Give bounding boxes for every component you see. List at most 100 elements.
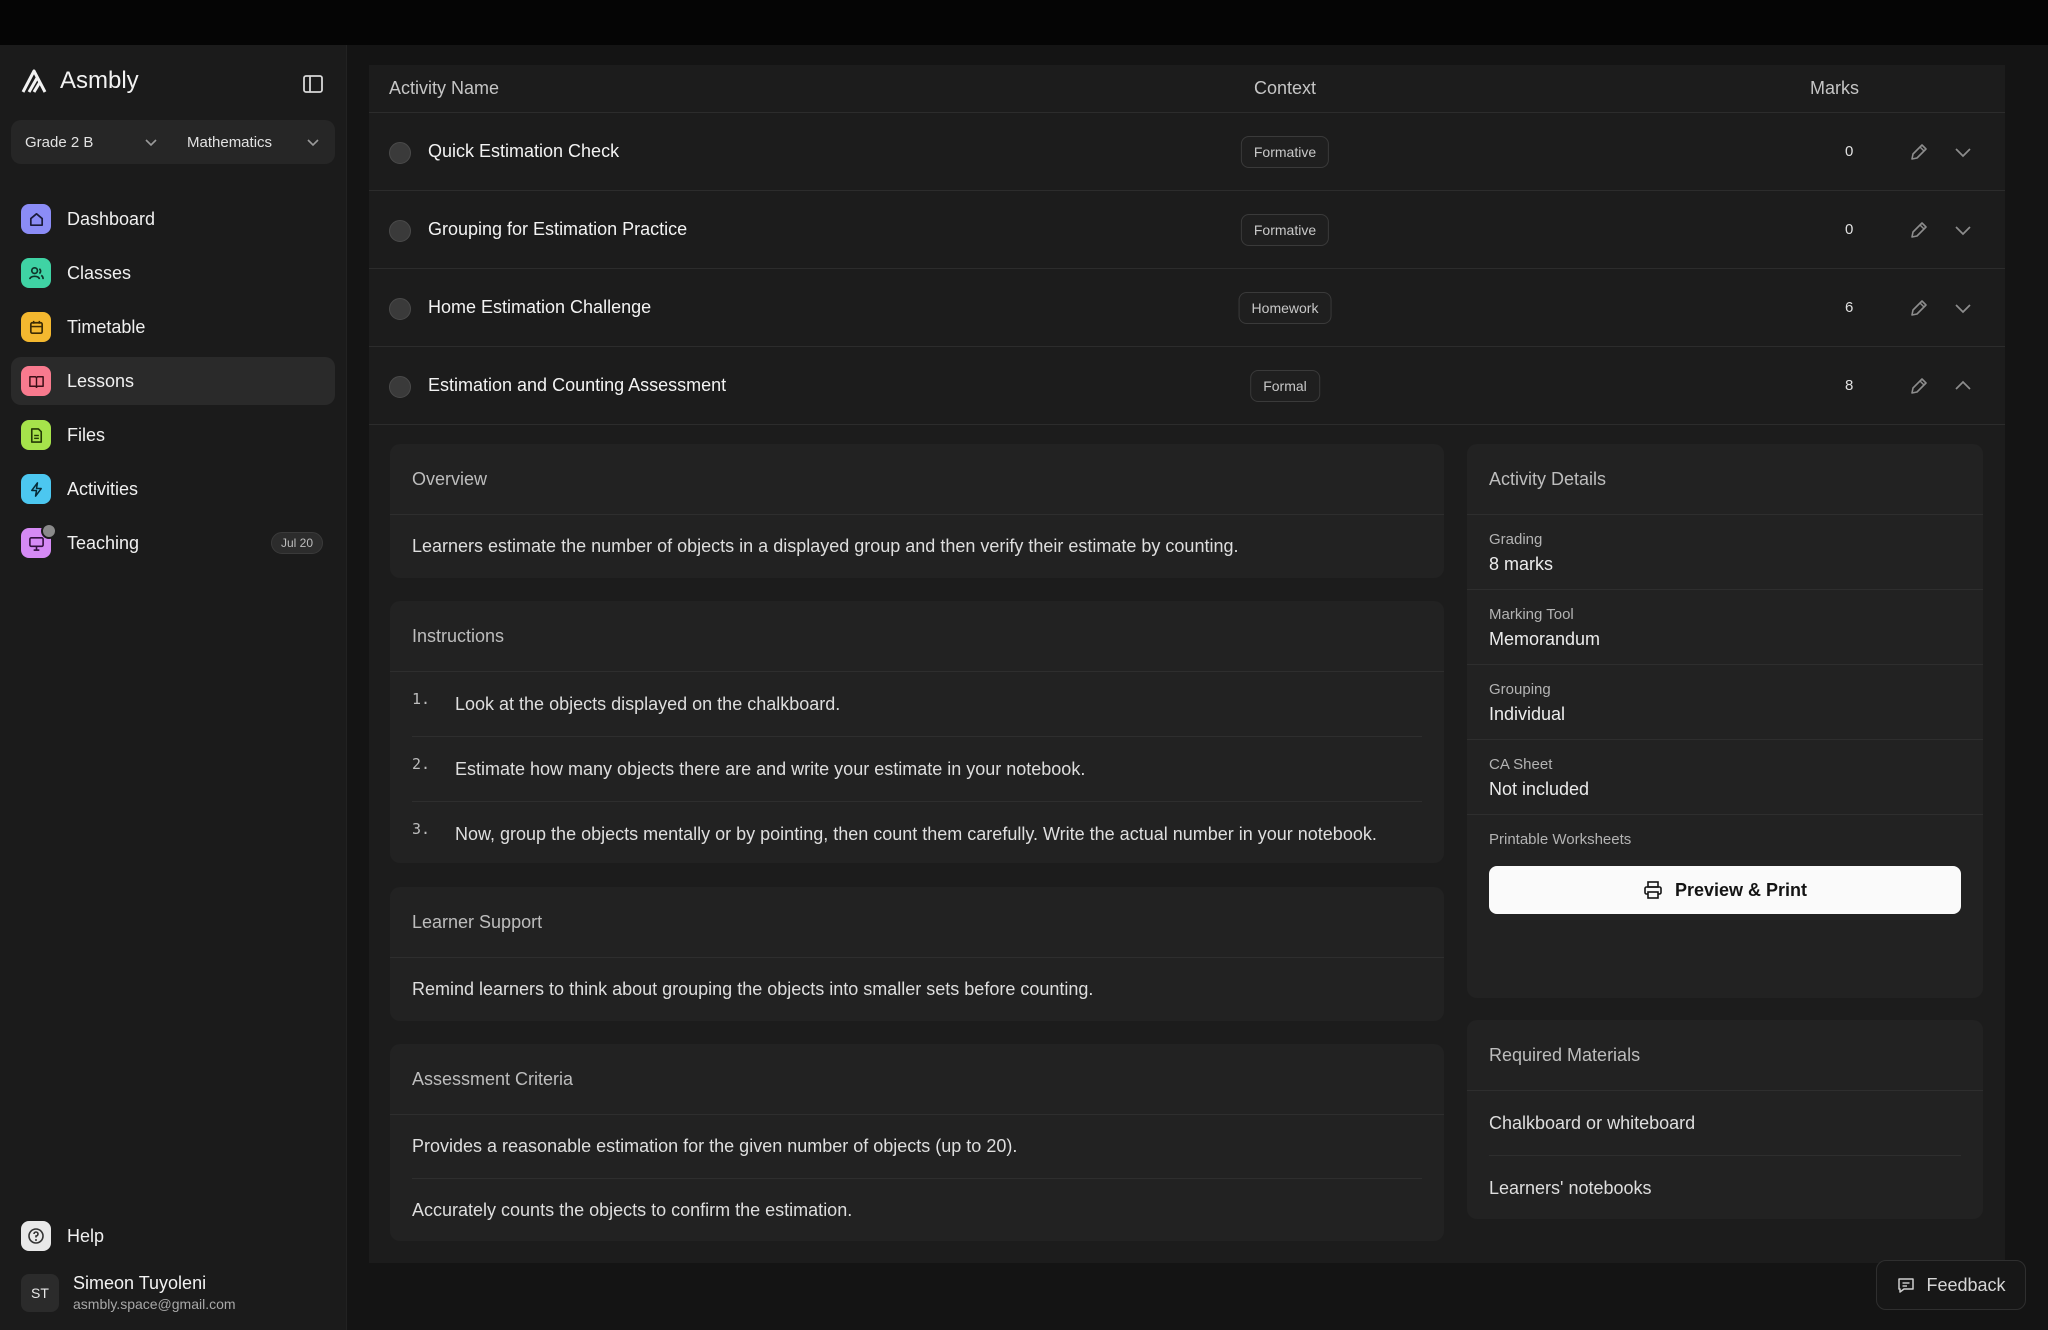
- help-icon: [21, 1221, 51, 1251]
- chevron-down-icon: [307, 139, 319, 147]
- learner-support-text: Remind learners to think about grouping …: [412, 979, 1094, 999]
- pencil-icon[interactable]: [1908, 375, 1930, 397]
- table-row[interactable]: Home Estimation Challenge Homework 6: [369, 269, 2005, 347]
- feedback-button[interactable]: Feedback: [1876, 1260, 2026, 1310]
- column-header-context: Context: [1254, 78, 1317, 98]
- detail-ca-sheet: CA Sheet Not included: [1467, 740, 1983, 815]
- sidebar-item-lessons[interactable]: Lessons: [11, 357, 335, 405]
- sidebar-item-timetable[interactable]: Timetable: [11, 303, 335, 351]
- instruction-item: 2. Estimate how many objects there are a…: [412, 737, 1422, 802]
- sidebar-item-dashboard[interactable]: Dashboard: [11, 195, 335, 243]
- instruction-item: 3. Now, group the objects mentally or by…: [412, 802, 1422, 863]
- sidebar-item-label: Activities: [67, 478, 139, 499]
- sidebar-item-files[interactable]: Files: [11, 411, 335, 459]
- context-badge: Formal: [1250, 370, 1320, 402]
- criteria-list: Provides a reasonable estimation for the…: [390, 1115, 1444, 1241]
- app-name: Asmbly: [60, 67, 139, 94]
- marks-value: 0: [1845, 221, 1854, 238]
- presentation-icon: [21, 523, 57, 558]
- sidebar-item-label: Files: [67, 424, 106, 445]
- table-row[interactable]: Quick Estimation Check Formative 0: [369, 113, 2005, 191]
- sidebar-toggle-icon[interactable]: [302, 73, 324, 95]
- sidebar-item-classes[interactable]: Classes: [11, 249, 335, 297]
- marks-value: 6: [1845, 299, 1854, 316]
- detail-value: 8 marks: [1489, 554, 1554, 574]
- chevron-down-icon[interactable]: [1953, 219, 1973, 241]
- sidebar-item-teaching[interactable]: Teaching Jul 20: [11, 519, 335, 567]
- activity-name[interactable]: Quick Estimation Check: [428, 113, 619, 190]
- activity-name[interactable]: Estimation and Counting Assessment: [428, 347, 726, 424]
- row-radio[interactable]: [389, 220, 411, 242]
- row-radio[interactable]: [389, 142, 411, 164]
- instruction-text: Estimate how many objects there are and …: [455, 758, 1086, 779]
- feedback-label: Feedback: [1926, 1274, 2006, 1295]
- detail-grading: Grading 8 marks: [1467, 515, 1983, 590]
- assessment-criteria-card: Assessment Criteria Provides a reasonabl…: [390, 1044, 1444, 1241]
- top-bar: [0, 0, 2048, 45]
- sidebar-item-activities[interactable]: Activities: [11, 465, 335, 513]
- pencil-icon[interactable]: [1908, 219, 1930, 241]
- chevron-down-icon[interactable]: [1953, 297, 1973, 319]
- chevron-up-icon[interactable]: [1953, 375, 1973, 397]
- help-link[interactable]: Help: [21, 1221, 104, 1251]
- row-radio[interactable]: [389, 376, 411, 398]
- chevron-down-icon[interactable]: [1953, 141, 1973, 163]
- criteria-item: Provides a reasonable estimation for the…: [412, 1115, 1422, 1179]
- detail-label: Printable Worksheets: [1489, 831, 1632, 848]
- activity-details-title: Activity Details: [1467, 444, 1983, 515]
- subject-select-value: Mathematics: [187, 133, 273, 151]
- table-header: Activity Name Context Marks: [369, 65, 2005, 113]
- context-badge: Formative: [1240, 214, 1330, 246]
- instructions-title: Instructions: [390, 601, 1444, 672]
- pencil-icon[interactable]: [1908, 141, 1930, 163]
- instructions-card: Instructions 1. Look at the objects disp…: [390, 601, 1444, 863]
- overview-text: Learners estimate the number of objects …: [412, 536, 1239, 556]
- sidebar-item-label: Dashboard: [67, 208, 156, 229]
- marks-value: 8: [1845, 377, 1854, 394]
- row-radio[interactable]: [389, 298, 411, 320]
- learner-support-title: Learner Support: [390, 887, 1444, 958]
- table-row[interactable]: Grouping for Estimation Practice Formati…: [369, 191, 2005, 269]
- subject-select[interactable]: Mathematics: [173, 120, 335, 164]
- marks-value: 0: [1845, 143, 1854, 160]
- column-header-activity-name: Activity Name: [389, 78, 500, 98]
- required-materials-card: Required Materials Chalkboard or whitebo…: [1467, 1020, 1983, 1219]
- detail-label: Grouping: [1489, 681, 1551, 698]
- pencil-icon[interactable]: [1908, 297, 1930, 319]
- detail-marking-tool: Marking Tool Memorandum: [1467, 590, 1983, 665]
- book-icon: [21, 366, 51, 396]
- grade-select[interactable]: Grade 2 B: [11, 120, 173, 164]
- activity-details-card: Activity Details Grading 8 marks Marking…: [1467, 444, 1983, 998]
- sidebar-nav: Dashboard Classes Timetable Lessons File…: [11, 195, 335, 573]
- detail-label: Grading: [1489, 531, 1543, 548]
- sidebar-item-label: Classes: [67, 262, 132, 283]
- sidebar-item-label: Lessons: [67, 370, 135, 391]
- detail-value: Memorandum: [1489, 629, 1601, 649]
- assessment-criteria-title: Assessment Criteria: [390, 1044, 1444, 1115]
- required-materials-title: Required Materials: [1467, 1020, 1983, 1091]
- date-badge: Jul 20: [270, 532, 323, 554]
- material-item: Learners' notebooks: [1489, 1178, 1652, 1198]
- context-badge: Formative: [1240, 136, 1330, 168]
- home-icon: [21, 204, 51, 234]
- detail-worksheets: Printable Worksheets: [1467, 815, 1983, 848]
- instruction-text: Look at the objects displayed on the cha…: [455, 693, 841, 714]
- user-email: asmbly.space@gmail.com: [73, 1296, 236, 1312]
- brand[interactable]: Asmbly: [20, 67, 139, 95]
- message-icon: [1898, 1278, 1915, 1293]
- instruction-number: 1.: [412, 690, 431, 708]
- user-name: Simeon Tuyoleni: [73, 1273, 207, 1293]
- bolt-icon: [21, 474, 51, 504]
- activity-name[interactable]: Home Estimation Challenge: [428, 269, 651, 346]
- detail-value: Individual: [1489, 704, 1566, 724]
- class-subject-selector: Grade 2 B Mathematics: [11, 120, 335, 164]
- instruction-item: 1. Look at the objects displayed on the …: [412, 672, 1422, 737]
- instruction-number: 3.: [412, 820, 431, 838]
- preview-print-button[interactable]: Preview & Print: [1489, 866, 1961, 914]
- user-profile[interactable]: ST Simeon Tuyoleni asmbly.space@gmail.co…: [21, 1273, 236, 1312]
- table-row-expanded[interactable]: Estimation and Counting Assessment Forma…: [369, 347, 2005, 425]
- activity-name[interactable]: Grouping for Estimation Practice: [428, 191, 687, 268]
- calendar-icon: [21, 312, 51, 342]
- preview-print-label: Preview & Print: [1674, 879, 1808, 900]
- help-label: Help: [67, 1225, 105, 1246]
